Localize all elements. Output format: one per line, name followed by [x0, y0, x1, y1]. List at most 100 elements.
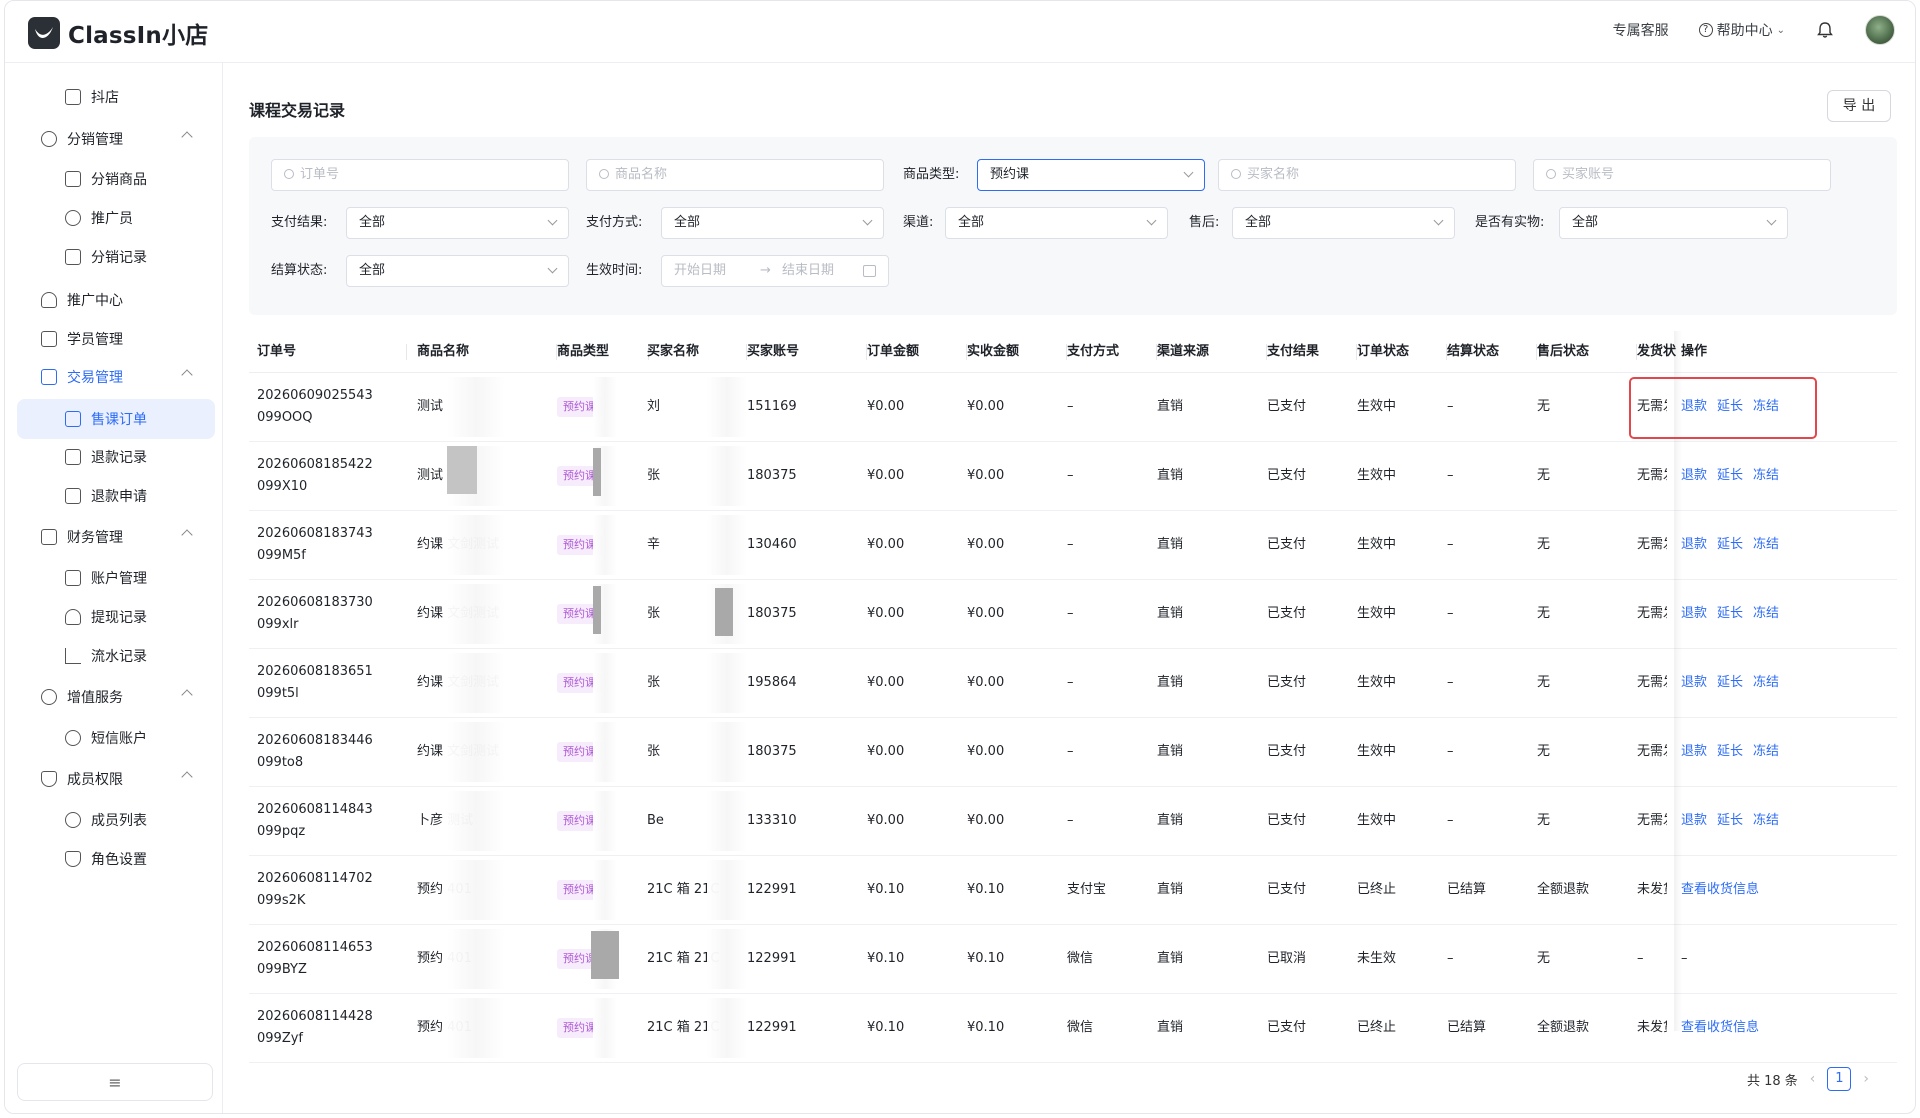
sidebar-item-withdrawals[interactable]: 提现记录: [5, 597, 223, 637]
freeze-link[interactable]: 冻结: [1753, 813, 1779, 828]
sidebar-item-member-list[interactable]: 成员列表: [5, 800, 223, 840]
freeze-link[interactable]: 冻结: [1753, 468, 1779, 483]
sidebar-group-value-added[interactable]: 增值服务: [5, 677, 223, 717]
search-icon: [599, 169, 609, 179]
refund-link[interactable]: 退款: [1681, 744, 1707, 759]
product-type-label: 商品类型:: [903, 167, 960, 182]
sidebar-item-promotion-center[interactable]: 推广中心: [5, 280, 223, 320]
product-name-input[interactable]: 商品名称: [586, 159, 884, 191]
sidebar-group-members[interactable]: 成员权限: [5, 759, 223, 799]
main-content: 课程交易记录 导 出 订单号 商品名称 商品类型: 预约课 买家名称 买家账号 …: [223, 63, 1915, 1113]
cell-pay-method: 支付宝: [1067, 882, 1107, 897]
end-date-placeholder: 结束日期: [782, 263, 835, 278]
sidebar-group-finance[interactable]: 财务管理: [5, 517, 223, 557]
channel-select[interactable]: 全部: [945, 207, 1168, 239]
pay-method-select[interactable]: 全部: [661, 207, 884, 239]
buyer-name-input[interactable]: 买家名称: [1218, 159, 1516, 191]
privacy-blur: [707, 377, 747, 437]
student-icon: [41, 331, 57, 347]
view-shipping-info-link[interactable]: 查看收货信息: [1681, 882, 1759, 897]
sidebar-item-label: 抖店: [91, 90, 119, 106]
sidebar-item-distribution-records[interactable]: 分销记录: [5, 237, 223, 277]
cell-received: ¥0.10: [967, 951, 1005, 966]
sidebar-group-transactions[interactable]: 交易管理: [5, 357, 223, 397]
bag-icon: [65, 171, 81, 187]
effective-date-range[interactable]: 开始日期 → 结束日期: [661, 255, 889, 287]
cell-actions: 退款 延长 冻结: [1681, 810, 1881, 832]
cell-account: 122991: [747, 951, 797, 966]
search-icon: [1231, 169, 1241, 179]
extend-link[interactable]: 延长: [1717, 813, 1743, 828]
product-name-placeholder: 商品名称: [615, 167, 668, 182]
settle-status-select[interactable]: 全部: [346, 255, 569, 287]
privacy-blur: [707, 860, 747, 920]
prev-page-button[interactable]: ‹: [1810, 1071, 1816, 1087]
sidebar-item-sms-account[interactable]: 短信账户: [5, 718, 223, 758]
pay-result-select[interactable]: 全部: [346, 207, 569, 239]
cell-account: 180375: [747, 468, 797, 483]
user-avatar[interactable]: [1865, 15, 1895, 45]
freeze-link[interactable]: 冻结: [1753, 537, 1779, 552]
buyer-account-input[interactable]: 买家账号: [1533, 159, 1831, 191]
extend-link[interactable]: 延长: [1717, 675, 1743, 690]
cell-actions: 查看收货信息: [1681, 1017, 1881, 1039]
refund-link[interactable]: 退款: [1681, 675, 1707, 690]
product-type-select[interactable]: 预约课: [977, 159, 1205, 191]
cell-status: 生效中: [1357, 606, 1397, 621]
extend-link[interactable]: 延长: [1717, 606, 1743, 621]
physical-goods-select[interactable]: 全部: [1559, 207, 1788, 239]
sidebar-item-distribution-products[interactable]: 分销商品: [5, 159, 223, 199]
sidebar-item-refund-records[interactable]: 退款记录: [5, 437, 223, 477]
cell-received: ¥0.00: [967, 468, 1005, 483]
sidebar-group-distribution[interactable]: 分销管理: [5, 119, 223, 159]
sidebar-item-label: 账户管理: [91, 571, 147, 587]
privacy-blur: [447, 377, 505, 437]
next-page-button[interactable]: ›: [1863, 1071, 1869, 1087]
sidebar-item-students[interactable]: 学员管理: [5, 319, 223, 359]
order-number-input[interactable]: 订单号: [271, 159, 569, 191]
refund-link[interactable]: 退款: [1681, 606, 1707, 621]
cell-pay-method: 微信: [1067, 1020, 1094, 1035]
sidebar-item-doudian[interactable]: 抖店: [5, 77, 223, 117]
cell-aftersale: 全额退款: [1537, 882, 1590, 897]
privacy-blur: [447, 860, 505, 920]
aftersale-select[interactable]: 全部: [1232, 207, 1455, 239]
role-icon: [65, 851, 81, 867]
cell-ship: 无需发: [1637, 813, 1667, 828]
sms-icon: [65, 730, 81, 746]
sidebar-item-role-settings[interactable]: 角色设置: [5, 839, 223, 879]
notification-bell-icon[interactable]: [1815, 20, 1835, 40]
sidebar-item-accounts[interactable]: 账户管理: [5, 558, 223, 598]
refund-link[interactable]: 退款: [1681, 468, 1707, 483]
sidebar-item-flow-records[interactable]: 流水记录: [5, 636, 223, 676]
col-product-type: 商品类型: [557, 331, 649, 373]
freeze-link[interactable]: 冻结: [1753, 744, 1779, 759]
menu-collapse-icon: ≡: [108, 1072, 122, 1092]
cell-channel: 直销: [1157, 951, 1184, 966]
freeze-link[interactable]: 冻结: [1753, 675, 1779, 690]
sidebar-item-promoters[interactable]: 推广员: [5, 198, 223, 238]
sidebar-item-refund-requests[interactable]: 退款申请: [5, 476, 223, 516]
extend-link[interactable]: 延长: [1717, 468, 1743, 483]
refund-link[interactable]: 退款: [1681, 537, 1707, 552]
col-order-amount: 订单金额: [867, 331, 967, 373]
cell-order: 20260608114702099s2K: [257, 871, 373, 908]
extend-link[interactable]: 延长: [1717, 744, 1743, 759]
cell-settle: 已结算: [1447, 882, 1487, 897]
view-shipping-info-link[interactable]: 查看收货信息: [1681, 1020, 1759, 1035]
customer-service-link[interactable]: 专属客服: [1613, 20, 1669, 40]
refund-link[interactable]: 退款: [1681, 813, 1707, 828]
sidebar-collapse-button[interactable]: ≡: [17, 1063, 213, 1101]
page-title: 课程交易记录: [249, 101, 346, 120]
redaction-block: [593, 448, 601, 496]
cell-amount: ¥0.00: [867, 813, 905, 828]
extend-link[interactable]: 延长: [1717, 537, 1743, 552]
sidebar-item-course-orders[interactable]: 售课订单: [17, 399, 215, 439]
help-center-menu[interactable]: ? 帮助中心 ⌄: [1698, 20, 1785, 40]
cell-ship: 未发货: [1637, 882, 1667, 897]
export-button[interactable]: 导 出: [1827, 90, 1891, 122]
privacy-blur: [593, 515, 617, 575]
page-1-button[interactable]: 1: [1827, 1067, 1852, 1091]
freeze-link[interactable]: 冻结: [1753, 606, 1779, 621]
logo[interactable]: ClassIn小店: [28, 16, 208, 50]
